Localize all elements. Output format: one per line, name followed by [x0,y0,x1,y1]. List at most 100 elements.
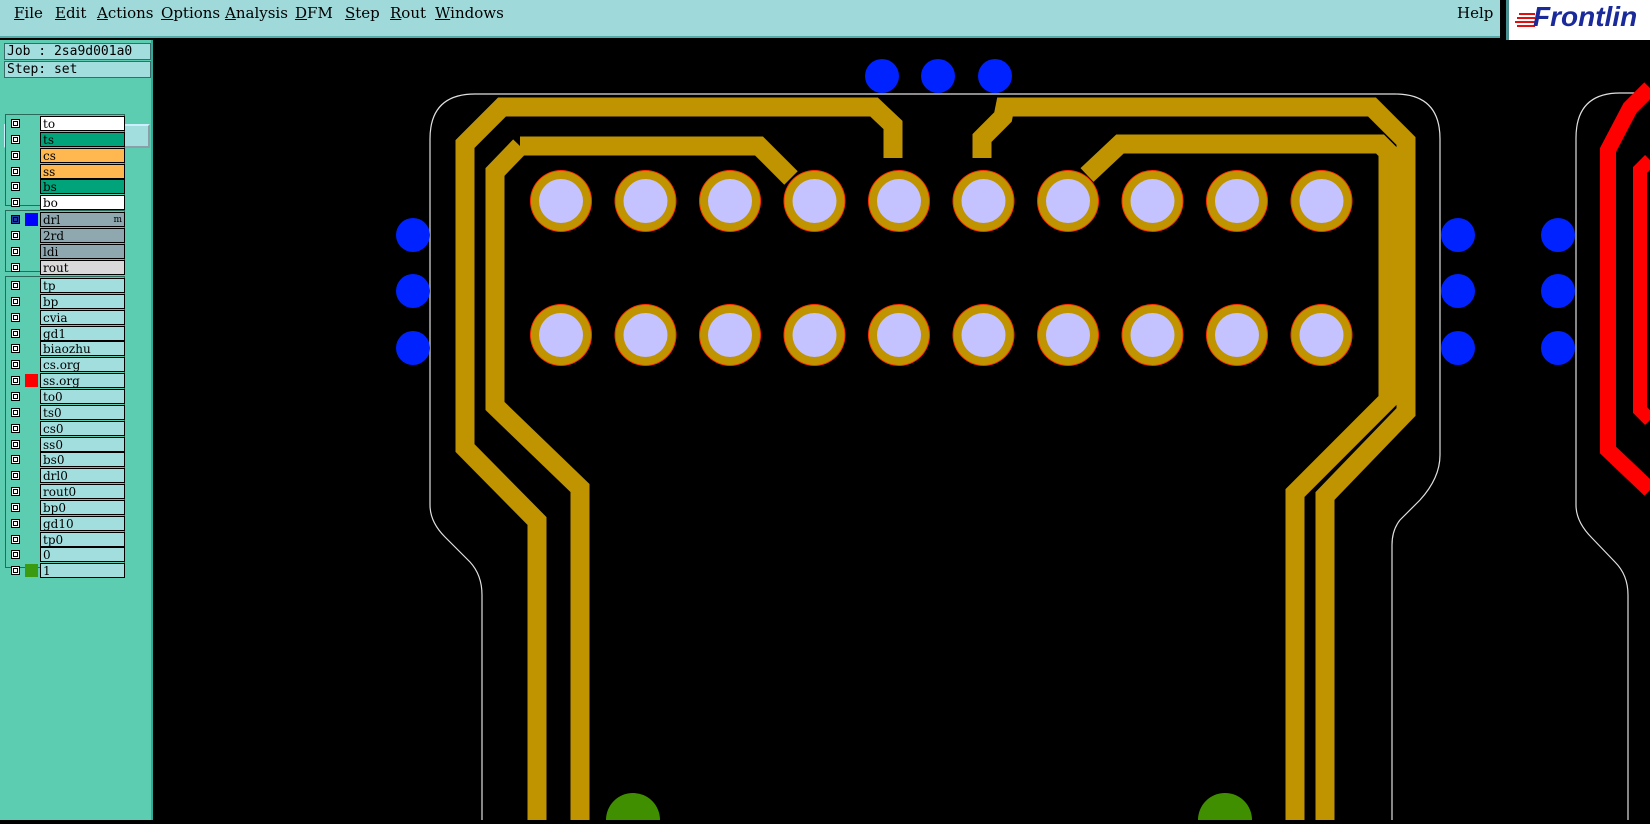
layer-checkbox[interactable] [11,281,20,290]
layer-checkbox[interactable] [11,407,20,417]
menu-help[interactable]: Help [1457,4,1493,22]
layer-checkbox[interactable] [11,296,20,306]
layer-row-ldi[interactable]: ldi [7,243,125,259]
layer-row-bs0[interactable]: bs0 [7,452,125,468]
menu-options[interactable]: Options [161,4,220,22]
layer-checkbox[interactable] [11,391,20,401]
layer-name[interactable]: drl m [40,212,125,227]
layer-row-2rd[interactable]: 2rd [7,227,125,243]
layer-checkbox[interactable] [11,360,20,370]
layer-checkbox[interactable] [11,328,20,338]
layer-name[interactable]: rout0 [40,484,125,500]
pcb-board-view[interactable] [153,40,1650,824]
layer-row-to[interactable]: to [7,116,125,131]
layer-name[interactable]: tp0 [40,531,125,547]
layer-row-bp0[interactable]: bp0 [7,499,125,515]
layer-checkbox[interactable] [11,230,20,240]
layer-name[interactable]: 1 [40,563,125,579]
layer-row-ss[interactable]: ss [7,163,125,179]
layer-row-gd10[interactable]: gd10 [7,515,125,531]
layer-name[interactable]: ss [40,163,125,179]
layer-name[interactable]: biaozhu [40,341,125,357]
layer-row-ss0[interactable]: ss0 [7,436,125,452]
layer-row-bo[interactable]: bo [7,195,125,211]
layer-checkbox[interactable] [11,166,20,176]
layer-checkbox[interactable] [11,215,20,224]
graphics-canvas[interactable] [153,40,1650,824]
layer-checkbox[interactable] [11,262,20,272]
layer-name[interactable]: bp [40,293,125,309]
layer-checkbox[interactable] [11,312,20,322]
layer-name[interactable]: ss.org [40,373,125,389]
layer-checkbox[interactable] [11,119,20,128]
menu-analysis[interactable]: Analysis [225,4,288,22]
layer-row-tp[interactable]: tp [7,278,125,293]
layer-name[interactable]: ldi [40,243,125,259]
layer-checkbox[interactable] [11,344,20,354]
layer-name[interactable]: cs [40,147,125,163]
layer-name[interactable]: drl0 [40,468,125,484]
layer-name[interactable]: to0 [40,388,125,404]
layer-name[interactable]: ss0 [40,436,125,452]
layer-row-cs0[interactable]: cs0 [7,420,125,436]
layer-checkbox[interactable] [11,518,20,528]
layer-row-1[interactable]: 1 [7,563,125,579]
layer-name[interactable]: gd10 [40,515,125,531]
layer-checkbox[interactable] [11,487,20,497]
menu-edit[interactable]: Edit [55,4,86,22]
layer-row-ss.org[interactable]: ss.org [7,373,125,389]
layer-checkbox[interactable] [11,455,20,465]
layer-checkbox[interactable] [11,182,20,192]
layer-row-biaozhu[interactable]: biaozhu [7,341,125,357]
layer-name[interactable]: bs [40,179,125,195]
layer-checkbox[interactable] [11,150,20,160]
menu-windows[interactable]: Windows [435,4,504,22]
layer-checkbox[interactable] [11,471,20,481]
layer-row-cvia[interactable]: cvia [7,309,125,325]
layer-name[interactable]: rout [40,259,125,275]
layer-name[interactable]: 0 [40,547,125,563]
layer-row-rout[interactable]: rout [7,259,125,275]
layer-name[interactable]: ts0 [40,404,125,420]
layer-row-rout0[interactable]: rout0 [7,484,125,500]
layer-name[interactable]: cs0 [40,420,125,436]
layer-checkbox[interactable] [11,423,20,433]
layer-name[interactable]: bo [40,195,125,211]
layer-name[interactable]: ts [40,131,125,147]
layer-name[interactable]: 2rd [40,227,125,243]
layer-row-gd1[interactable]: gd1 [7,325,125,341]
layer-row-tp0[interactable]: tp0 [7,531,125,547]
layer-row-bp[interactable]: bp [7,293,125,309]
menu-rout[interactable]: Rout [390,4,426,22]
layer-name[interactable]: to [40,116,125,131]
layer-row-bs[interactable]: bs [7,179,125,195]
menu-file[interactable]: File [14,4,43,22]
layer-checkbox[interactable] [11,246,20,256]
menu-step[interactable]: Step [345,4,380,22]
layer-row-drl0[interactable]: drl0 [7,468,125,484]
layer-checkbox[interactable] [11,439,20,449]
layer-checkbox[interactable] [11,198,20,208]
layer-checkbox[interactable] [11,534,20,544]
layer-row-ts0[interactable]: ts0 [7,404,125,420]
layer-row-cs[interactable]: cs [7,147,125,163]
layer-name[interactable]: gd1 [40,325,125,341]
layer-row-to0[interactable]: to0 [7,388,125,404]
layer-checkbox[interactable] [11,566,20,576]
layer-checkbox[interactable] [11,502,20,512]
layer-name[interactable]: cvia [40,309,125,325]
layer-name[interactable]: cs.org [40,357,125,373]
layer-row-drl[interactable]: drl m [7,212,125,227]
layer-checkbox[interactable] [11,550,20,560]
layer-row-cs.org[interactable]: cs.org [7,357,125,373]
layer-row-0[interactable]: 0 [7,547,125,563]
layer-name[interactable]: bp0 [40,499,125,515]
layer-row-ts[interactable]: ts [7,131,125,147]
layer-checkbox[interactable] [11,376,20,386]
menu-actions[interactable]: Actions [97,4,153,22]
menu-dfm[interactable]: DFM [295,4,333,22]
layer-checkbox[interactable] [11,134,20,144]
layer-color-swatch [25,261,38,274]
layer-name[interactable]: tp [40,278,125,293]
layer-name[interactable]: bs0 [40,452,125,468]
